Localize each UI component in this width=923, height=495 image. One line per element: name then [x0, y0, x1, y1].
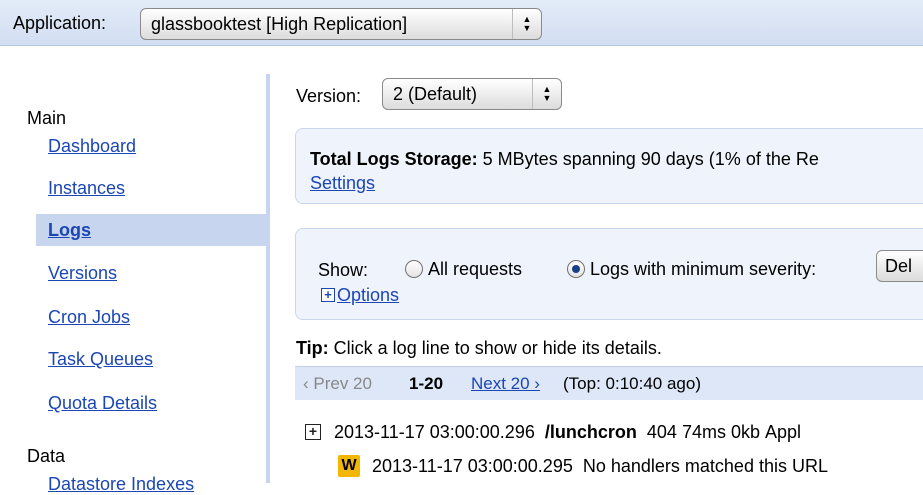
application-bar: Application: glassbooktest [High Replica… — [0, 0, 923, 46]
log-timestamp: 2013-11-17 03:00:00.296 — [334, 422, 535, 442]
log-path: /lunchcron — [544, 422, 637, 442]
version-select[interactable]: 2 (Default) ▲ ▼ — [382, 78, 562, 110]
expand-plus-icon[interactable]: + — [321, 288, 335, 302]
application-select[interactable]: glassbooktest [High Replication] ▲ ▼ — [140, 8, 542, 40]
log-detail-message: No handlers matched this URL — [582, 456, 828, 476]
log-row[interactable]: 2013-11-17 03:00:00.296 /lunchcron 404 7… — [334, 422, 801, 443]
sidebar-item-quota-details[interactable]: Quota Details — [48, 393, 157, 414]
log-detail-timestamp: 2013-11-17 03:00:00.295 — [372, 456, 573, 476]
settings-link[interactable]: Settings — [310, 173, 375, 194]
prev-page-link: ‹ Prev 20 — [303, 374, 372, 393]
select-arrows-icon: ▲ ▼ — [532, 79, 561, 109]
log-pager: ‹ Prev 20 1-20 Next 20 › (Top: 0:10:40 a… — [295, 366, 923, 400]
severity-select-value: Del — [885, 256, 913, 276]
nav-heading-main: Main — [27, 108, 67, 128]
sidebar-item-versions[interactable]: Versions — [48, 263, 117, 284]
show-label: Show: — [318, 260, 369, 280]
logs-storage-panel: Total Logs Storage: 5 MBytes spanning 90… — [295, 128, 923, 204]
select-arrows-icon: ▲ ▼ — [512, 9, 541, 39]
version-select-value: 2 (Default) — [393, 84, 478, 104]
version-label: Version: — [296, 86, 362, 106]
warning-badge-icon: W — [338, 455, 360, 477]
storage-label: Total Logs Storage: — [310, 149, 478, 169]
log-latency: 74ms — [681, 422, 726, 442]
top-refresh-info: (Top: 0:10:40 ago) — [563, 374, 701, 393]
application-select-value: glassbooktest [High Replication] — [151, 14, 408, 34]
sidebar-item-datastore-indexes[interactable]: Datastore Indexes — [48, 474, 194, 495]
sidebar-divider — [266, 74, 270, 483]
all-requests-label[interactable]: All requests — [428, 259, 522, 280]
log-filter-panel: Show: All requests Logs with minimum sev… — [295, 228, 923, 320]
log-trailing: Appl — [765, 422, 802, 442]
tip-label: Tip: — [296, 338, 329, 358]
application-label: Application: — [13, 13, 107, 33]
nav-heading-data: Data — [27, 446, 66, 466]
expand-log-plus-icon[interactable]: + — [305, 424, 321, 440]
tip-body: Click a log line to show or hide its det… — [328, 338, 662, 358]
page-range: 1-20 — [409, 374, 444, 393]
storage-summary: Total Logs Storage: 5 MBytes spanning 90… — [310, 149, 819, 170]
sidebar-item-dashboard[interactable]: Dashboard — [48, 136, 136, 157]
all-requests-radio[interactable] — [405, 260, 423, 278]
min-severity-radio[interactable] — [567, 260, 585, 278]
min-severity-label[interactable]: Logs with minimum severity: — [590, 259, 816, 280]
storage-value: 5 MBytes spanning 90 days (1% of the Re — [477, 149, 819, 169]
sidebar-item-cron-jobs[interactable]: Cron Jobs — [48, 307, 130, 328]
severity-select[interactable]: Del — [876, 250, 923, 282]
sidebar-item-logs[interactable]: Logs — [48, 220, 91, 241]
sidebar-item-instances[interactable]: Instances — [48, 178, 125, 199]
log-status: 404 — [646, 422, 677, 442]
log-detail-row[interactable]: 2013-11-17 03:00:00.295 No handlers matc… — [372, 456, 828, 477]
options-link[interactable]: Options — [337, 285, 399, 306]
tip-text: Tip: Click a log line to show or hide it… — [296, 338, 662, 359]
log-size: 0kb — [730, 422, 761, 442]
next-page-link[interactable]: Next 20 › — [471, 374, 540, 394]
sidebar-item-task-queues[interactable]: Task Queues — [48, 349, 153, 370]
